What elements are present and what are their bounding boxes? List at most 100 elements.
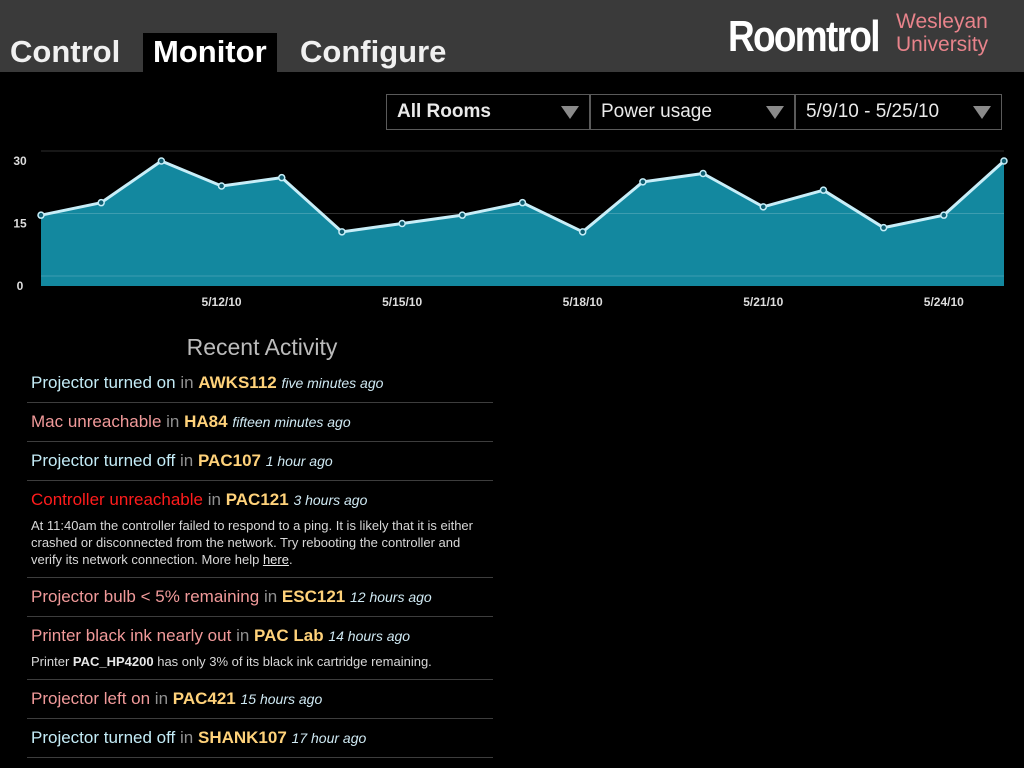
- tab-configure[interactable]: Configure: [290, 33, 456, 72]
- activity-room[interactable]: HA84: [184, 412, 227, 431]
- activity-item[interactable]: Projector turned on in SHANK107 18 hours…: [27, 758, 493, 768]
- tab-control[interactable]: Control: [0, 33, 130, 72]
- activity-item[interactable]: Printer black ink nearly out in PAC Lab …: [27, 617, 493, 680]
- activity-event: Projector turned off: [31, 451, 176, 470]
- activity-detail-post: has only 3% of its black ink cartridge r…: [153, 654, 432, 669]
- activity-list: Projector turned on in AWKS112 five minu…: [27, 364, 493, 768]
- activity-item[interactable]: Projector left on in PAC421 15 hours ago: [27, 680, 493, 719]
- activity-line: Controller unreachable in PAC121 3 hours…: [31, 489, 489, 511]
- activity-time: 17 hour ago: [291, 730, 367, 746]
- chart-area: [41, 161, 1004, 286]
- activity-event: Projector turned on: [31, 373, 176, 392]
- activity-in-word: in: [207, 490, 221, 509]
- chart-point: [819, 186, 828, 194]
- brand-university-line2: University: [896, 33, 989, 56]
- rooms-select-value: All Rooms: [397, 101, 491, 122]
- activity-time: 15 hours ago: [240, 691, 323, 707]
- activity-room[interactable]: PAC107: [198, 451, 261, 470]
- activity-in-word: in: [180, 728, 194, 747]
- activity-time: 1 hour ago: [265, 453, 333, 469]
- activity-room[interactable]: PAC Lab: [254, 626, 324, 645]
- printer-name: PAC_HP4200: [72, 654, 154, 669]
- activity-in-word: in: [263, 587, 278, 606]
- activity-item[interactable]: Projector turned off in PAC107 1 hour ag…: [27, 442, 493, 481]
- activity-line: Mac unreachable in HA84 fifteen minutes …: [31, 411, 489, 433]
- chart-point: [940, 211, 948, 219]
- activity-event: Projector bulb < 5% remaining: [31, 587, 260, 606]
- rooms-select[interactable]: All Rooms: [386, 94, 590, 130]
- activity-detail-text: At 11:40am the controller failed to resp…: [31, 518, 473, 567]
- activity-in-word: in: [180, 373, 194, 392]
- x-tick-label: 5/15/10: [382, 295, 422, 309]
- activity-time: 12 hours ago: [349, 589, 432, 605]
- activity-room[interactable]: PAC421: [173, 689, 236, 708]
- activity-in-word: in: [154, 689, 169, 708]
- chart-point: [157, 157, 166, 165]
- chart-point: [759, 203, 767, 211]
- x-tick-label: 5/24/10: [924, 295, 964, 309]
- activity-in-word: in: [180, 451, 194, 470]
- metric-select-value: Power usage: [601, 101, 712, 122]
- activity-line: Printer black ink nearly out in PAC Lab …: [31, 625, 489, 647]
- recent-activity-title: Recent Activity: [186, 334, 338, 360]
- brand-name: Roomtrol: [728, 12, 880, 61]
- date-range-select[interactable]: 5/9/10 - 5/25/10: [795, 94, 1002, 130]
- activity-room[interactable]: SHANK107: [198, 728, 287, 747]
- activity-detail: At 11:40am the controller failed to resp…: [31, 517, 489, 568]
- activity-in-word: in: [236, 626, 250, 645]
- activity-line: Projector bulb < 5% remaining in ESC121 …: [31, 586, 489, 608]
- activity-room[interactable]: ESC121: [282, 587, 345, 606]
- brand-university: Wesleyan University: [896, 10, 988, 56]
- activity-time: fifteen minutes ago: [232, 414, 351, 430]
- y-tick-label: 0: [17, 279, 24, 293]
- power-usage-chart: 0 15 30 5/12/10 5/15/10 5/18/10 5/21/10 5/24/10: [13, 150, 1008, 309]
- chart-point: [338, 228, 346, 236]
- activity-item[interactable]: Controller unreachable in PAC121 3 hours…: [27, 481, 493, 578]
- chart-point: [398, 219, 406, 228]
- chart-point: [1000, 157, 1008, 165]
- tab-monitor[interactable]: Monitor: [143, 33, 277, 72]
- x-tick-label: 5/12/10: [202, 295, 242, 309]
- activity-event: Projector turned off: [31, 728, 176, 747]
- x-tick-label: 5/21/10: [743, 295, 783, 309]
- date-range-select-value: 5/9/10 - 5/25/10: [806, 101, 940, 122]
- chart-point: [278, 173, 286, 182]
- chart-point: [699, 169, 707, 178]
- activity-room[interactable]: AWKS112: [198, 373, 276, 392]
- activity-item[interactable]: Projector turned on in AWKS112 five minu…: [27, 364, 493, 403]
- metric-select[interactable]: Power usage: [590, 94, 795, 130]
- chart-point: [578, 228, 587, 236]
- activity-detail: Printer PAC_HP4200 has only 3% of its bl…: [31, 653, 489, 670]
- help-link[interactable]: here: [263, 552, 289, 567]
- chart-point: [879, 223, 888, 232]
- activity-time: 14 hours ago: [328, 628, 411, 644]
- activity-detail-pre: Printer: [31, 654, 73, 669]
- activity-room[interactable]: PAC121: [226, 490, 289, 509]
- activity-in-word: in: [166, 412, 180, 431]
- caret-down-icon: [766, 106, 784, 119]
- activity-line: Projector turned on in AWKS112 five minu…: [31, 372, 489, 394]
- activity-detail-end: .: [288, 552, 293, 567]
- brand-university-line1: Wesleyan: [896, 10, 988, 33]
- y-tick-label: 15: [13, 217, 27, 231]
- y-tick-label: 30: [13, 154, 27, 168]
- app-header: Control Monitor Configure Roomtrol Wesle…: [0, 0, 1024, 72]
- activity-time: five minutes ago: [281, 375, 384, 391]
- chart-point: [217, 182, 226, 190]
- activity-line: Projector left on in PAC421 15 hours ago: [31, 688, 489, 710]
- activity-item[interactable]: Projector bulb < 5% remaining in ESC121 …: [27, 578, 493, 617]
- chart-point: [518, 198, 527, 207]
- activity-time: 3 hours ago: [293, 492, 368, 508]
- chart-point: [458, 211, 467, 219]
- caret-down-icon: [561, 106, 579, 119]
- activity-event: Mac unreachable: [31, 412, 162, 431]
- activity-event: Projector left on: [31, 689, 151, 708]
- chart-point: [97, 198, 105, 207]
- activity-event: Controller unreachable: [31, 490, 203, 509]
- activity-item[interactable]: Mac unreachable in HA84 fifteen minutes …: [27, 403, 493, 442]
- activity-item[interactable]: Projector turned off in SHANK107 17 hour…: [27, 719, 493, 758]
- activity-line: Projector turned off in SHANK107 17 hour…: [31, 727, 489, 749]
- caret-down-icon: [973, 106, 991, 119]
- x-tick-label: 5/18/10: [563, 295, 603, 309]
- chart-point: [37, 211, 45, 219]
